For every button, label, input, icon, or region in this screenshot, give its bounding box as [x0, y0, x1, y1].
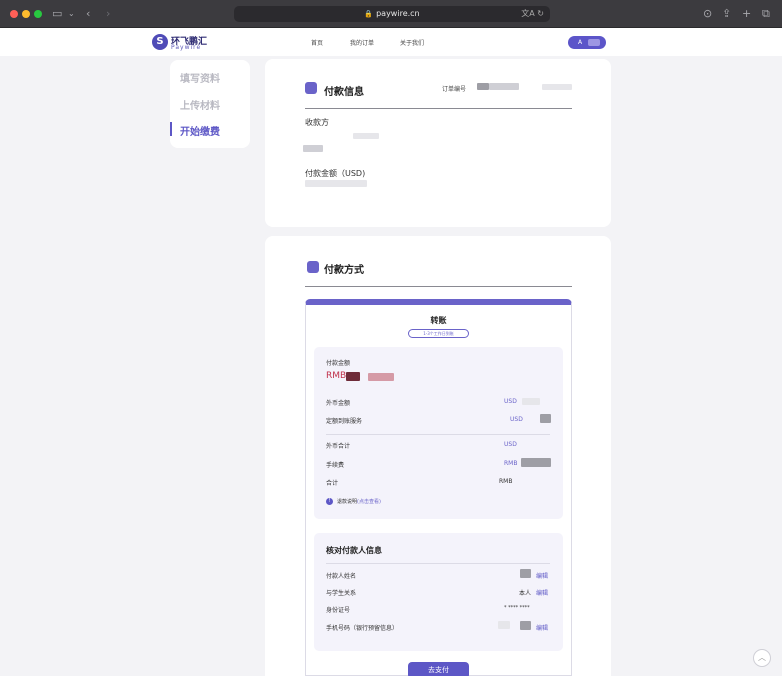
row-label: 手续费 — [326, 462, 345, 469]
minimize-window-button[interactable] — [22, 10, 30, 18]
row-label: 外币合计 — [326, 443, 351, 450]
logo-name-en: Paywire — [171, 44, 202, 51]
row-label: 合计 — [326, 480, 339, 487]
row-label: 外币金额 — [326, 400, 351, 407]
pay-button[interactable]: 去支付 — [408, 662, 469, 676]
row-label: 身份证号 — [326, 607, 351, 614]
divider — [326, 563, 550, 564]
sidebar-toggle-icon[interactable]: ▭ — [52, 7, 62, 21]
refund-note-label: 退款说明 — [337, 499, 358, 505]
arrival-time-badge: 1-3个工作日到账 — [408, 329, 469, 338]
row-value: USD — [504, 441, 517, 448]
amount-section: 付款金额 RMB 外币金额 USD 定额到账服务 USD 外币合计 USD 手续… — [314, 347, 563, 519]
amount-usd-label: 付款金额（USD) — [305, 169, 366, 178]
refund-link[interactable]: (点击查看) — [357, 499, 381, 505]
url-text: paywire.cn — [376, 9, 420, 18]
row-value: USD — [510, 416, 523, 423]
user-menu-button[interactable]: A — [568, 36, 606, 49]
invoice-icon — [305, 82, 317, 94]
user-initial: A — [578, 39, 583, 46]
payer-name-redacted — [520, 569, 531, 578]
nav-link-orders[interactable]: 我的订单 — [350, 38, 374, 47]
active-step-indicator — [170, 122, 172, 136]
forward-icon[interactable]: › — [106, 7, 110, 21]
row-label: 定额到账服务 — [326, 418, 363, 425]
transfer-method-panel[interactable]: 转账 1-3个工作日到账 付款金额 RMB 外币金额 USD 定额到账服务 US… — [305, 299, 572, 676]
edit-phone-link[interactable]: 编辑 — [536, 623, 548, 632]
payer-info-section: 核对付款人信息 付款人姓名 编辑 与学生关系 本人 编辑 身份证号 * ****… — [314, 533, 563, 651]
address-bar[interactable]: 🔒 paywire.cn 文A ↻ — [234, 6, 550, 22]
reload-icon[interactable]: ↻ — [537, 9, 544, 18]
info-icon: ! — [326, 498, 333, 505]
pay-amount-label: 付款金额 — [326, 360, 351, 367]
chevron-down-icon[interactable]: ⌄ — [68, 7, 75, 21]
back-icon[interactable]: ‹ — [86, 7, 90, 21]
nav-link-home[interactable]: 首页 — [311, 38, 323, 47]
row-value: RMB — [499, 478, 513, 485]
step-fill-info[interactable]: 填写资料 — [180, 70, 220, 85]
share-icon[interactable]: ⇪ — [722, 7, 731, 21]
edit-relationship-link[interactable]: 编辑 — [536, 588, 548, 597]
translate-icon[interactable]: 文A — [521, 9, 534, 18]
row-value: * **** **** — [504, 605, 530, 611]
nav-link-about[interactable]: 关于我们 — [400, 38, 424, 47]
refund-note: 退款说明(点击查看) — [337, 498, 381, 505]
payment-info-card: 付款信息 订单编号 收款方 付款金额（USD) — [265, 59, 611, 227]
close-window-button[interactable] — [10, 10, 18, 18]
phone-redacted — [498, 621, 510, 629]
chevron-up-icon: ︿ — [758, 653, 766, 662]
row-value: RMB — [504, 460, 518, 467]
payment-info-title: 付款信息 — [324, 87, 364, 98]
step-upload-materials[interactable]: 上传材料 — [180, 97, 220, 112]
payment-method-card: 付款方式 转账 1-3个工作日到账 付款金额 RMB 外币金额 USD 定额到账… — [265, 236, 611, 676]
new-tab-icon[interactable]: + — [742, 7, 751, 21]
user-name-redacted — [588, 39, 600, 46]
tab-overview-icon[interactable]: ⧉ — [762, 7, 770, 21]
translate-reload-icons[interactable]: 文A ↻ — [521, 6, 544, 22]
edit-payer-name-link[interactable]: 编辑 — [536, 571, 548, 580]
row-label: 手机号码（银行预留信息） — [326, 625, 399, 632]
download-icon[interactable]: ⊙ — [703, 7, 712, 21]
step-start-payment[interactable]: 开始缴费 — [180, 123, 220, 138]
divider — [305, 108, 572, 109]
order-number-label: 订单编号 — [442, 86, 467, 93]
maximize-window-button[interactable] — [34, 10, 42, 18]
wallet-icon — [307, 261, 319, 273]
row-value: 本人 — [519, 590, 532, 597]
order-number-redacted — [477, 83, 489, 90]
pay-amount-redacted — [346, 372, 360, 381]
step-sidebar: 填写资料 上传材料 开始缴费 — [170, 60, 250, 148]
pay-amount-currency: RMB — [326, 371, 347, 381]
row-label: 付款人姓名 — [326, 573, 357, 580]
amount-usd-redacted — [305, 180, 367, 187]
divider — [305, 286, 572, 287]
row-label: 与学生关系 — [326, 590, 357, 597]
row-value: USD — [504, 398, 517, 405]
payment-method-title: 付款方式 — [324, 265, 364, 276]
payer-info-title: 核对付款人信息 — [326, 546, 382, 555]
payee-label: 收款方 — [305, 118, 329, 127]
divider — [326, 434, 550, 435]
scroll-to-top-button[interactable]: ︿ — [753, 649, 771, 667]
site-header: S 环飞鹏汇 Paywire 首页 我的订单 关于我们 A — [0, 28, 782, 56]
lock-icon: 🔒 — [364, 10, 374, 18]
payee-redacted — [353, 133, 379, 139]
logo-icon: S — [152, 34, 168, 50]
browser-toolbar: ▭ ⌄ ‹ › 🔒 paywire.cn 文A ↻ ⊙ ⇪ + ⧉ — [0, 0, 782, 28]
method-title: 转账 — [430, 316, 447, 325]
